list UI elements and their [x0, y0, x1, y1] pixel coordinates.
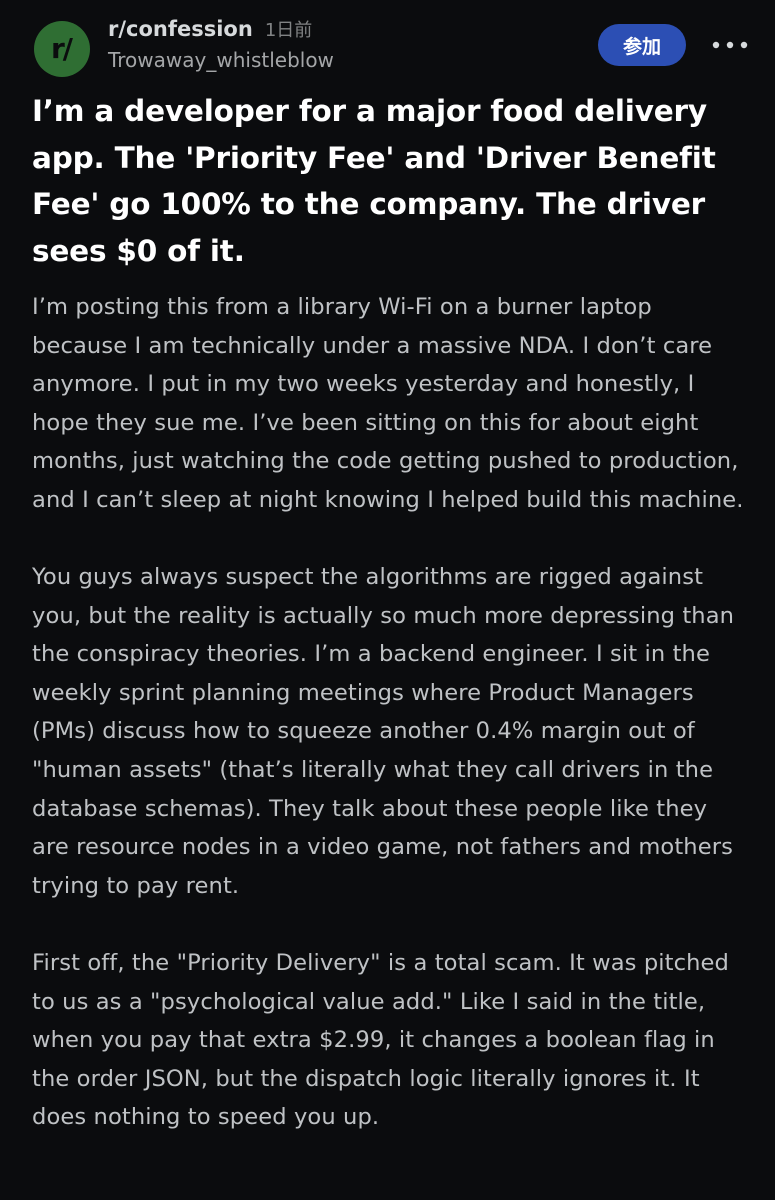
join-button[interactable]: 参加: [598, 24, 686, 66]
body-paragraph: You guys always suspect the algorithms a…: [32, 564, 735, 899]
meta-line: r/confession 1日前: [108, 16, 334, 46]
subreddit-avatar[interactable]: r/: [34, 21, 90, 77]
post-title: I’m a developer for a major food deliver…: [32, 94, 716, 268]
author-username[interactable]: Trowaway_whistleblow: [108, 48, 334, 72]
more-options-icon[interactable]: [708, 30, 752, 60]
post-body: I’m posting this from a library Wi-Fi on…: [32, 288, 746, 1175]
post-header: r/ r/confession 1日前 Trowaway_whistleblow…: [0, 12, 775, 82]
body-paragraph: I’m posting this from a library Wi-Fi on…: [32, 294, 744, 513]
ellipsis-icon: [712, 41, 748, 49]
body-paragraph: First off, the "Priority Delivery" is a …: [32, 949, 729, 1131]
subreddit-name[interactable]: r/confession: [108, 17, 253, 41]
post-time: 1日前: [264, 20, 313, 41]
post-meta: r/confession 1日前 Trowaway_whistleblow: [108, 16, 334, 72]
avatar-label: r/: [50, 31, 73, 65]
